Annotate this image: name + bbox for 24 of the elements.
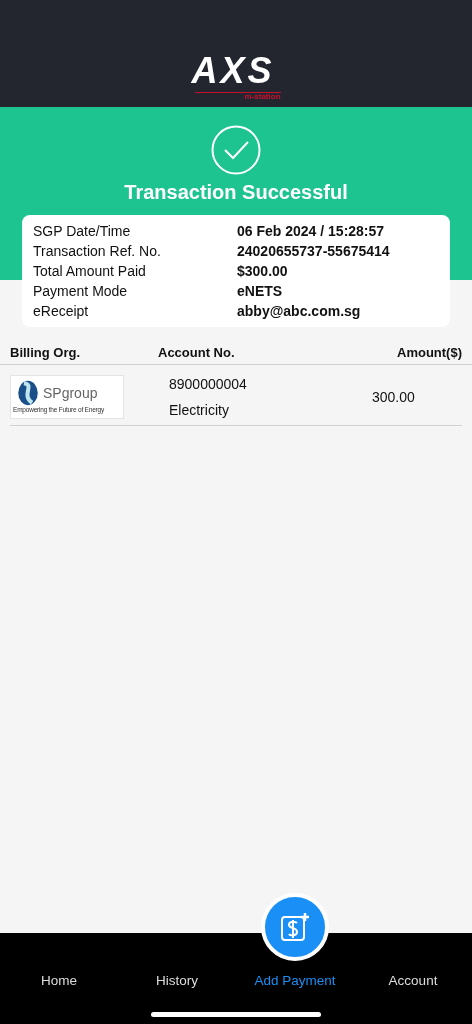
detail-value: 06 Feb 2024 / 15:28:57 bbox=[237, 223, 386, 239]
column-header: Account No. bbox=[158, 345, 236, 360]
detail-label: SGP Date/Time bbox=[33, 223, 132, 239]
nav-tab[interactable]: History bbox=[156, 971, 198, 989]
dollar-plus-icon bbox=[278, 910, 312, 944]
detail-label: eReceipt bbox=[33, 303, 90, 319]
detail-label: Payment Mode bbox=[33, 283, 129, 299]
account-number: 8900000004 bbox=[169, 376, 248, 392]
check-icon bbox=[211, 125, 261, 175]
nav-tab[interactable]: Add Payment bbox=[254, 971, 336, 989]
amount: 300.00 bbox=[372, 389, 416, 405]
detail-value: abby@abc.com.sg bbox=[237, 303, 362, 319]
status-title: Transaction Successful bbox=[124, 181, 348, 204]
detail-value: eNETS bbox=[237, 283, 284, 299]
detail-label: Transaction Ref. No. bbox=[33, 243, 162, 259]
detail-value: 24020655737-55675414 bbox=[237, 243, 391, 259]
column-header: Billing Org. bbox=[10, 345, 82, 360]
bill-type: Electricity bbox=[169, 402, 230, 418]
nav-tab[interactable]: Account bbox=[388, 971, 438, 989]
logo: AXS m-station bbox=[190, 51, 282, 101]
detail-value: $300.00 bbox=[237, 263, 289, 279]
nav-tab[interactable]: Home bbox=[41, 971, 77, 989]
column-header: Amount($) bbox=[396, 345, 462, 360]
detail-label: Total Amount Paid bbox=[33, 263, 147, 279]
